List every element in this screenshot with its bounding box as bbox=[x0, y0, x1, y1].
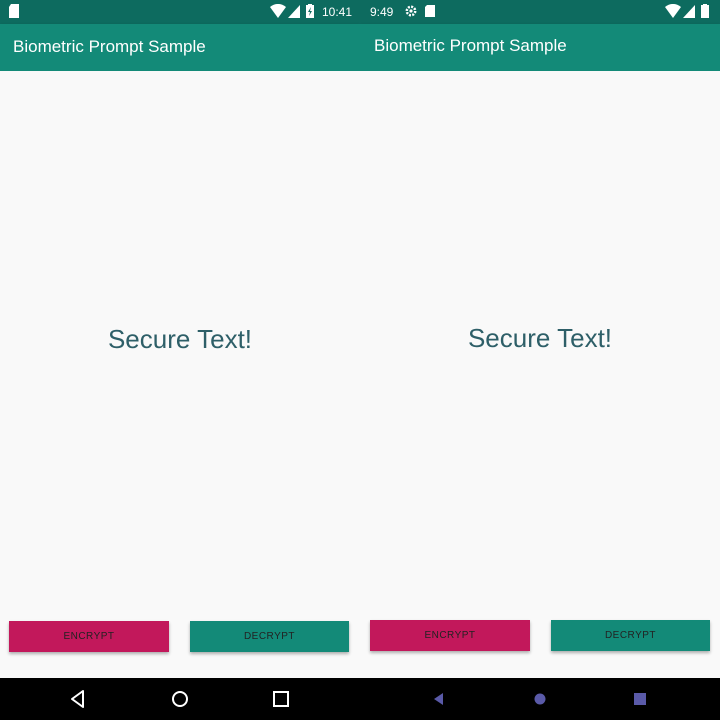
back-icon[interactable] bbox=[66, 687, 90, 711]
clock: 9:49 bbox=[370, 5, 394, 19]
decrypt-button[interactable]: DECRYPT bbox=[551, 620, 710, 651]
recents-icon[interactable] bbox=[269, 687, 293, 711]
phone-right: 9:49 Biometric Prompt Sample Secure Text… bbox=[360, 0, 720, 720]
app-title: Biometric Prompt Sample bbox=[374, 36, 567, 55]
home-icon[interactable] bbox=[168, 687, 192, 711]
content-area: Secure Text! bbox=[0, 71, 360, 678]
recents-icon[interactable] bbox=[628, 687, 652, 711]
sd-card-icon bbox=[424, 4, 436, 20]
app-bar: Biometric Prompt Sample bbox=[0, 24, 360, 71]
navigation-bar bbox=[0, 678, 360, 720]
screenshot-pair: 10:41 Biometric Prompt Sample Secure Tex… bbox=[0, 0, 720, 720]
status-bar: 10:41 bbox=[0, 0, 360, 24]
status-bar: 9:49 bbox=[360, 0, 720, 24]
home-icon[interactable] bbox=[528, 687, 552, 711]
gear-icon bbox=[404, 4, 418, 20]
wifi-icon bbox=[270, 3, 286, 20]
decrypt-button[interactable]: DECRYPT bbox=[190, 621, 349, 652]
app-title: Biometric Prompt Sample bbox=[13, 37, 206, 56]
app-bar: Biometric Prompt Sample bbox=[360, 24, 720, 71]
clock: 10:41 bbox=[322, 5, 353, 19]
navigation-bar bbox=[360, 678, 720, 720]
phone-left: 10:41 Biometric Prompt Sample Secure Tex… bbox=[0, 0, 360, 720]
secure-text: Secure Text! bbox=[467, 323, 613, 353]
encrypt-button[interactable]: ENCRYPT bbox=[9, 621, 169, 652]
secure-text: Secure Text! bbox=[107, 324, 253, 354]
signal-icon bbox=[683, 4, 695, 20]
sd-card-icon bbox=[8, 4, 20, 20]
battery-charging-icon bbox=[306, 4, 314, 20]
encrypt-button[interactable]: ENCRYPT bbox=[370, 620, 530, 651]
content-area: Secure Text! bbox=[360, 71, 720, 678]
signal-icon bbox=[288, 4, 300, 20]
back-icon[interactable] bbox=[427, 687, 451, 711]
wifi-icon bbox=[665, 3, 681, 20]
battery-icon bbox=[701, 4, 709, 20]
